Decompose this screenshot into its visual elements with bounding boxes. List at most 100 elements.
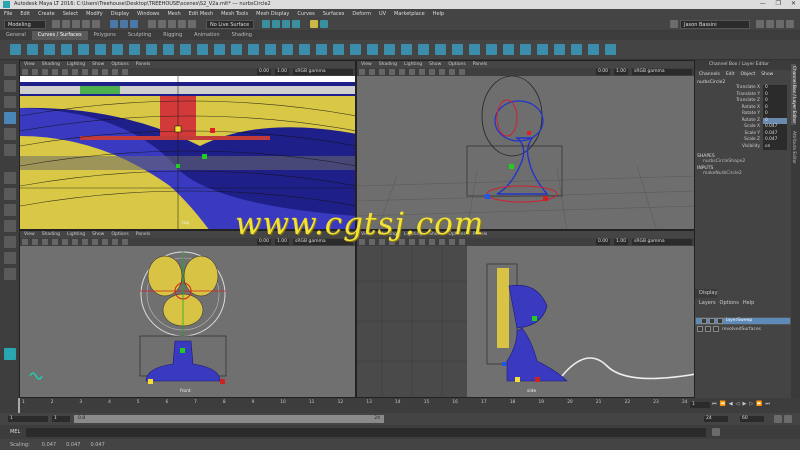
show-menu[interactable]: Show <box>761 72 773 77</box>
menu-curves[interactable]: Curves <box>297 11 314 17</box>
isolate-select-icon[interactable] <box>459 69 465 75</box>
camera-icon[interactable] <box>320 20 328 28</box>
shelf-tab-rigging[interactable]: Rigging <box>157 31 188 40</box>
color-management-field[interactable]: sRGB gamma <box>293 69 353 75</box>
bezier-curve-icon[interactable] <box>112 44 123 55</box>
minimize-button[interactable]: — <box>760 0 766 7</box>
modeling-toolkit-icon[interactable] <box>756 20 764 28</box>
script-editor-button-icon[interactable] <box>712 428 721 436</box>
symmetry-icon[interactable] <box>310 20 318 28</box>
pencil-curve-icon[interactable] <box>78 44 89 55</box>
isolate-select-icon[interactable] <box>122 239 128 245</box>
vp-menu-lighting[interactable]: Lighting <box>67 232 85 237</box>
menu-mesh-tools[interactable]: Mesh Tools <box>221 11 248 17</box>
persp-outliner-layout-icon[interactable] <box>3 220 16 232</box>
nurbs-torus-icon[interactable] <box>316 44 327 55</box>
image-plane-icon[interactable] <box>42 239 48 245</box>
lights-icon[interactable] <box>92 239 98 245</box>
auto-key-icon[interactable] <box>774 415 782 423</box>
rebuild-surface-icon[interactable] <box>605 44 616 55</box>
object-menu[interactable]: Object <box>741 72 756 77</box>
menu-create[interactable]: Create <box>38 11 55 17</box>
play-back-icon[interactable]: ◁ <box>736 401 740 407</box>
menu-windows[interactable]: Windows <box>137 11 159 17</box>
bevel-icon[interactable] <box>452 44 463 55</box>
go-to-start-icon[interactable]: ⏮ <box>712 401 717 407</box>
nurbs-square-icon[interactable] <box>27 44 38 55</box>
paint-select-tool-icon[interactable] <box>3 96 16 108</box>
step-forward-key-icon[interactable]: ⏩ <box>756 401 762 407</box>
vp-menu-options[interactable]: Options <box>111 62 128 67</box>
new-scene-icon[interactable] <box>52 20 60 28</box>
untrim-icon[interactable] <box>520 44 531 55</box>
help-menu[interactable]: Help <box>743 300 754 306</box>
scale-tool-icon[interactable] <box>3 144 16 156</box>
attach-curves-icon[interactable] <box>129 44 140 55</box>
far-clip-field[interactable]: 1.00 <box>613 69 628 75</box>
vp-menu-shading[interactable]: Shading <box>42 232 60 237</box>
attribute-label[interactable]: Visibility <box>695 144 763 151</box>
bookmark-icon[interactable] <box>32 239 38 245</box>
play-forward-icon[interactable]: ▶ <box>742 401 746 407</box>
grid-icon[interactable] <box>389 69 395 75</box>
render-settings-icon[interactable] <box>292 20 300 28</box>
shadows-icon[interactable] <box>102 239 108 245</box>
vp-menu-shading[interactable]: Shading <box>42 62 60 67</box>
sculpt-surface-icon[interactable] <box>588 44 599 55</box>
smooth-shade-icon[interactable] <box>72 69 78 75</box>
textured-icon[interactable] <box>82 69 88 75</box>
menu-mesh[interactable]: Mesh <box>167 11 180 17</box>
rotate-tool-icon[interactable] <box>3 128 16 140</box>
bookmark-icon[interactable] <box>32 69 38 75</box>
undo-icon[interactable] <box>82 20 90 28</box>
step-back-frame-icon[interactable]: ◀ <box>729 401 733 407</box>
trim-tool-icon[interactable] <box>503 44 514 55</box>
wireframe-icon[interactable] <box>62 239 68 245</box>
go-to-end-icon[interactable]: ⏭ <box>765 401 770 407</box>
select-by-hierarchy-icon[interactable] <box>110 20 118 28</box>
four-view-layout-icon[interactable] <box>3 188 16 200</box>
menu-marketplace[interactable]: Marketplace <box>394 11 425 17</box>
vp-menu-show[interactable]: Show <box>429 62 441 67</box>
tool-settings-icon[interactable] <box>776 20 784 28</box>
snap-grid-icon[interactable] <box>148 20 156 28</box>
start-time-field[interactable]: 1 <box>8 416 48 422</box>
range-start-field[interactable]: 1 <box>52 416 70 422</box>
far-clip-field[interactable]: 1.00 <box>613 239 628 245</box>
visibility-toggle[interactable] <box>697 326 703 332</box>
nurbs-circle-icon[interactable] <box>10 44 21 55</box>
vp-menu-show[interactable]: Show <box>92 232 104 237</box>
vp-menu-view[interactable]: View <box>24 232 35 237</box>
vp-menu-lighting[interactable]: Lighting <box>404 62 422 67</box>
graph-layout-icon[interactable] <box>3 236 16 248</box>
arc-tool-icon[interactable] <box>95 44 106 55</box>
menu-mesh-display[interactable]: Mesh Display <box>256 11 289 17</box>
shelf-tab-general[interactable]: General <box>0 31 32 40</box>
rebuild-curve-icon[interactable] <box>163 44 174 55</box>
step-back-key-icon[interactable]: ⏪ <box>720 401 726 407</box>
vp-menu-options[interactable]: Options <box>448 62 465 67</box>
vp-menu-panels[interactable]: Panels <box>136 62 150 67</box>
detach-curves-icon[interactable] <box>146 44 157 55</box>
vp-menu-view[interactable]: View <box>24 62 35 67</box>
range-bar[interactable]: 0.8 24 <box>74 415 384 423</box>
viewport-side[interactable]: View Shading Lighting Show Options Panel… <box>356 230 695 398</box>
nurbs-cube-icon[interactable] <box>248 44 259 55</box>
select-tool-icon[interactable] <box>3 64 16 76</box>
square-surface-icon[interactable] <box>435 44 446 55</box>
playback-toggle[interactable] <box>705 326 711 332</box>
xray-icon[interactable] <box>112 69 118 75</box>
current-time-marker[interactable] <box>18 398 20 413</box>
layer-row[interactable]: revolvedSurfaces <box>695 325 791 333</box>
loft-icon[interactable] <box>350 44 361 55</box>
side-by-side-layout-icon[interactable] <box>3 204 16 216</box>
time-slider[interactable]: 1 2 3 4 5 6 7 8 9 10 11 12 13 14 15 16 17 18 19 20 21 22 23 24 … <box>0 398 800 413</box>
menu-uv[interactable]: UV <box>379 11 386 17</box>
current-frame-field[interactable]: 1 <box>690 402 710 408</box>
edit-menu[interactable]: Edit <box>726 72 735 77</box>
wireframe-icon[interactable] <box>62 69 68 75</box>
layers-menu[interactable]: Layers <box>699 300 716 306</box>
near-clip-field[interactable]: 0.00 <box>256 69 271 75</box>
xray-icon[interactable] <box>112 239 118 245</box>
layer-row[interactable]: layerSweep <box>695 317 791 325</box>
